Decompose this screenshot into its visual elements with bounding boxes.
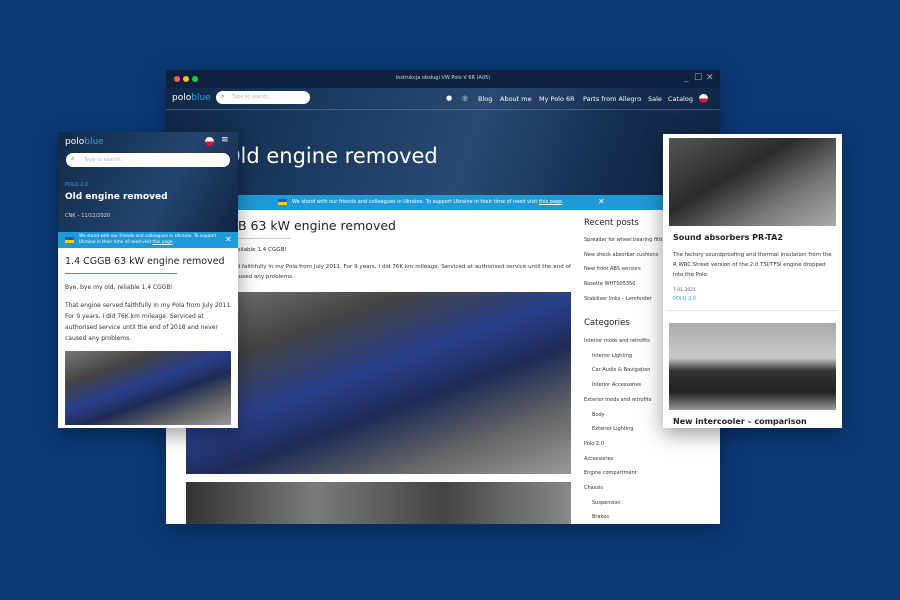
nav-sale[interactable]: Sale bbox=[648, 95, 662, 103]
mobile-article-lead: Bye, bye my old, reliable 1.4 CGGB! bbox=[65, 284, 173, 291]
facebook-icon[interactable]: ● bbox=[446, 94, 452, 102]
post-photo[interactable] bbox=[669, 138, 836, 226]
nav-blog[interactable]: Blog bbox=[478, 95, 492, 103]
top-nav: poloblue Type to search... ⌕ ● ◎ Blog Ab… bbox=[166, 88, 720, 110]
language-flag-icon[interactable] bbox=[205, 137, 214, 146]
mobile-logo[interactable]: poloblue bbox=[65, 137, 104, 147]
divider bbox=[65, 273, 177, 274]
hero-category[interactable]: POLO 2.0 bbox=[65, 182, 88, 188]
subcategory-link[interactable]: Interior Accessories bbox=[592, 382, 641, 388]
posts-column: Sound absorbers PR-TA2 The factory sound… bbox=[663, 134, 842, 428]
post-photo[interactable] bbox=[669, 323, 836, 410]
subcategory-link[interactable]: Interior Lighting bbox=[592, 353, 632, 359]
title-bar: Instrukcja obsługi VW Polo V 6R (A05) _ … bbox=[166, 70, 720, 88]
recent-post-link[interactable]: New shock absorber cushions bbox=[584, 252, 658, 258]
browser-window: Instrukcja obsługi VW Polo V 6R (A05) _ … bbox=[166, 70, 720, 524]
category-link[interactable]: Polo 2.0 bbox=[584, 441, 604, 447]
nav-my-polo[interactable]: My Polo 6R bbox=[539, 95, 575, 103]
ukraine-flag-icon bbox=[278, 199, 287, 205]
recent-post-link[interactable]: Spreader for wheel bearing fitting bbox=[584, 237, 669, 243]
card-divider bbox=[667, 310, 838, 311]
category-link[interactable]: Accessories bbox=[584, 456, 613, 462]
post-excerpt: The factory soundproofing and thermal in… bbox=[673, 252, 832, 278]
recent-post-link[interactable]: Stabiliser links – Lemforder bbox=[584, 296, 652, 302]
mobile-article-body: That engine served faithfully in my Pola… bbox=[65, 302, 233, 342]
nav-parts[interactable]: Parts from Allegro bbox=[583, 95, 641, 103]
mobile-hero-title: Old engine removed bbox=[65, 192, 168, 202]
ukraine-banner: We stand with our friends and colleagues… bbox=[166, 195, 720, 210]
instagram-icon[interactable]: ◎ bbox=[462, 94, 468, 102]
recent-post-link[interactable]: Rosette WHT005350 bbox=[584, 281, 635, 287]
language-flag-icon[interactable] bbox=[699, 94, 708, 103]
banner-link[interactable]: this page bbox=[539, 199, 562, 205]
mobile-search-input[interactable]: Type to search... bbox=[66, 153, 230, 167]
hero-title: Old engine removed bbox=[224, 144, 438, 168]
post-title[interactable]: Sound absorbers PR-TA2 bbox=[673, 233, 783, 242]
banner-close-icon[interactable]: ✕ bbox=[598, 197, 605, 206]
category-link[interactable]: Interior mods and retrofits bbox=[584, 338, 650, 344]
second-photo bbox=[186, 482, 571, 524]
post-title[interactable]: New intercooler – comparison bbox=[673, 417, 807, 426]
mobile-photo bbox=[65, 351, 231, 425]
search-input[interactable]: Type to search... bbox=[216, 91, 310, 104]
ukraine-flag-icon bbox=[65, 237, 74, 243]
post-date: 7.01.2021 bbox=[673, 288, 696, 293]
subcategory-link[interactable]: Exterior Lighting bbox=[592, 426, 634, 432]
banner-close-icon[interactable]: ✕ bbox=[225, 235, 232, 244]
category-link[interactable]: Engine compartment bbox=[584, 470, 637, 476]
subcategory-link[interactable]: Brakes bbox=[592, 514, 609, 520]
category-link[interactable]: Exterior mods and retrofits bbox=[584, 397, 651, 403]
menu-icon[interactable]: ≡ bbox=[221, 135, 229, 145]
post-category[interactable]: POLO 2.0 bbox=[673, 296, 696, 302]
logo[interactable]: poloblue bbox=[172, 93, 211, 103]
categories-heading: Categories bbox=[584, 318, 630, 328]
nav-catalog[interactable]: Catalog bbox=[668, 95, 693, 103]
nav-about[interactable]: About me bbox=[500, 95, 532, 103]
mobile-article-title: 1.4 CGGB 63 kW engine removed bbox=[65, 256, 225, 267]
mobile-ukraine-banner: We stand with our friends and colleagues… bbox=[58, 232, 238, 248]
search-icon: ⌕ bbox=[221, 93, 225, 100]
article-body: That engine served faithfully in my Pola… bbox=[186, 264, 571, 280]
banner-link[interactable]: this page bbox=[153, 240, 173, 245]
mobile-view: poloblue ≡ Type to search... ⌕ POLO 2.0 … bbox=[58, 132, 238, 428]
maximize-icon[interactable]: ☐ bbox=[694, 73, 702, 83]
subcategory-link[interactable]: Body bbox=[592, 412, 605, 418]
close-icon[interactable]: ✕ bbox=[706, 73, 714, 83]
recent-post-link[interactable]: New front ABS sensors bbox=[584, 266, 641, 272]
engine-bay-photo bbox=[186, 292, 571, 474]
search-icon: ⌕ bbox=[71, 155, 75, 162]
subcategory-link[interactable]: Car Audio & Navigation bbox=[592, 367, 650, 373]
hero-meta: CNK – 11/12/2020 bbox=[65, 213, 111, 219]
window-title: Instrukcja obsługi VW Polo V 6R (A05) bbox=[395, 75, 491, 81]
minimize-icon[interactable]: _ bbox=[684, 73, 689, 83]
category-link[interactable]: Chassis bbox=[584, 485, 603, 491]
subcategory-link[interactable]: Suspension bbox=[592, 500, 621, 506]
